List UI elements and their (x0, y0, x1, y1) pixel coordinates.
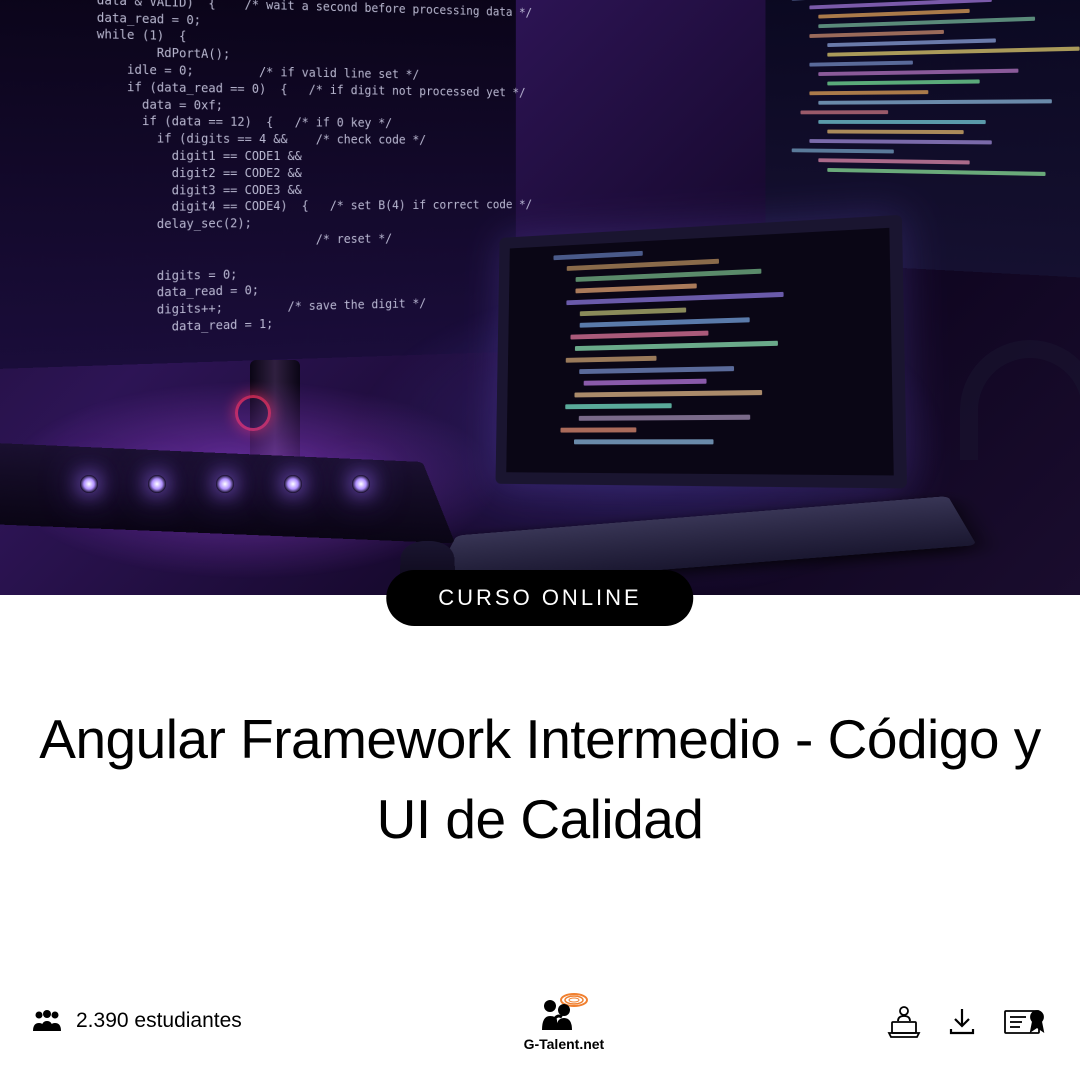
feature-icons (886, 1003, 1048, 1039)
laptop-user-icon (886, 1003, 922, 1039)
brand-name: G-Talent.net (524, 1036, 605, 1052)
course-title: Angular Framework Intermedio - Código y … (0, 700, 1080, 860)
headphones (960, 340, 1080, 460)
students-count: 2.390 estudiantes (32, 1009, 242, 1033)
footer: 2.390 estudiantes G-Talent.net (0, 990, 1080, 1052)
monitor-left: delay_sec(1); data & VALID) { /* wait a … (0, 0, 516, 369)
students-icon (32, 1009, 62, 1033)
brand-logo: G-Talent.net (524, 990, 605, 1052)
certificate-icon (1002, 1003, 1048, 1039)
students-count-label: 2.390 estudiantes (76, 1009, 242, 1033)
hero-image: delay_sec(1); data & VALID) { /* wait a … (0, 0, 1080, 595)
keyboard (0, 443, 455, 543)
brand-logo-icon (536, 990, 592, 1034)
monitor-stand (250, 360, 300, 470)
hero-code-snippet: delay_sec(1); data & VALID) { /* wait a … (97, 0, 532, 338)
download-icon (944, 1003, 980, 1039)
badge-label: CURSO ONLINE (438, 585, 641, 610)
laptop (495, 215, 907, 489)
course-badge: CURSO ONLINE (386, 570, 693, 626)
